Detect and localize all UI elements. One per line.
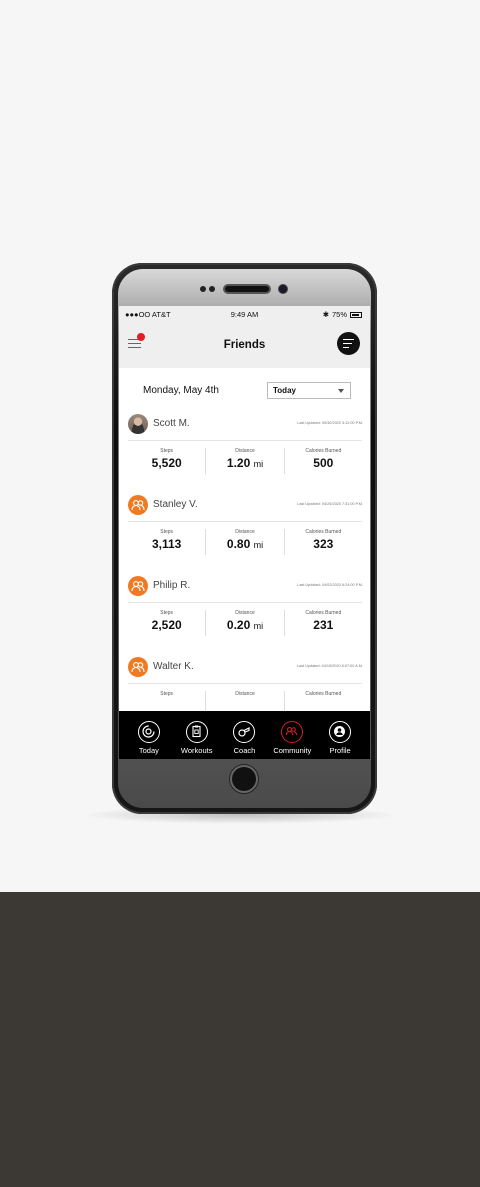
battery-percent: 75% bbox=[331, 310, 347, 319]
tab-today[interactable]: Today bbox=[126, 715, 172, 759]
distance-unit: mi bbox=[253, 540, 264, 550]
steps-stat: Steps 5,520 bbox=[128, 448, 205, 474]
calories-label: Calories Burned bbox=[305, 529, 342, 535]
distance-stat: Distance 1.20 mi bbox=[205, 448, 283, 474]
distance-unit: mi bbox=[253, 459, 264, 469]
group-avatar-icon bbox=[128, 495, 148, 515]
calories-stat: Calories Burned 231 bbox=[283, 610, 362, 636]
tab-workouts[interactable]: Workouts bbox=[174, 715, 220, 759]
chevron-down-icon bbox=[338, 389, 344, 393]
distance-stat: Distance bbox=[205, 691, 283, 711]
selected-date: Monday, May 4th bbox=[143, 385, 219, 396]
distance-value: 0.20 bbox=[226, 618, 251, 632]
distance-label: Distance bbox=[235, 610, 255, 616]
calories-value: 500 bbox=[313, 456, 334, 470]
distance-label: Distance bbox=[235, 529, 255, 535]
friend-card[interactable]: Philip R. Last Updated: 04/02/2020 6:24:… bbox=[119, 576, 370, 657]
friend-name: Walter K. bbox=[153, 661, 194, 672]
group-avatar-icon bbox=[128, 576, 148, 596]
last-updated: Last Updated: 05/30/2020 3:12:00 P.M. bbox=[297, 421, 363, 425]
steps-value: 2,520 bbox=[151, 618, 182, 632]
group-avatar-icon bbox=[128, 657, 148, 677]
tab-coach[interactable]: Coach bbox=[221, 715, 267, 759]
tab-label: Community bbox=[273, 746, 312, 755]
calories-value: 323 bbox=[313, 537, 334, 551]
calories-label: Calories Burned bbox=[305, 610, 342, 616]
steps-stat: Steps 3,113 bbox=[128, 529, 205, 555]
distance-unit: mi bbox=[253, 621, 264, 631]
calories-stat: Calories Burned 323 bbox=[283, 529, 362, 555]
tab-community[interactable]: Community bbox=[269, 715, 315, 759]
steps-stat: Steps bbox=[128, 691, 205, 711]
earpiece-speaker bbox=[223, 284, 271, 294]
stats-row: Steps 5,520 Distance 1.20 mi Calories Bu… bbox=[128, 448, 362, 474]
stats-row: Steps Distance Calories Burned bbox=[128, 691, 362, 711]
distance-label: Distance bbox=[235, 448, 255, 454]
steps-label: Steps bbox=[160, 529, 174, 535]
phone-frame: ●●●OO AT&T 9:49 AM ✱ 75% Friends Monday,… bbox=[112, 263, 377, 814]
filter-button[interactable] bbox=[337, 332, 360, 355]
status-bar: ●●●OO AT&T 9:49 AM ✱ 75% bbox=[119, 306, 370, 322]
friends-list: Monday, May 4th Today Scott M. Last Upda… bbox=[119, 368, 370, 711]
app-screen: ●●●OO AT&T 9:49 AM ✱ 75% Friends Monday,… bbox=[119, 306, 370, 759]
calories-label: Calories Burned bbox=[305, 691, 342, 697]
calories-stat: Calories Burned bbox=[283, 691, 362, 711]
whistle-icon bbox=[233, 721, 256, 743]
steps-stat: Steps 2,520 bbox=[128, 610, 205, 636]
user-icon bbox=[329, 721, 352, 743]
distance-value: 1.20 bbox=[226, 456, 251, 470]
avatar bbox=[128, 414, 148, 434]
calories-label: Calories Burned bbox=[305, 448, 342, 454]
status-right: ✱ 75% bbox=[323, 310, 362, 319]
divider bbox=[128, 602, 362, 603]
proximity-sensor bbox=[200, 286, 206, 292]
friend-name: Scott M. bbox=[153, 418, 190, 429]
friend-name: Stanley V. bbox=[153, 499, 198, 510]
home-button[interactable] bbox=[230, 765, 258, 793]
steps-label: Steps bbox=[160, 448, 174, 454]
divider bbox=[128, 521, 362, 522]
tab-bar: Today Workouts Coach Community Profile bbox=[119, 711, 370, 759]
stats-row: Steps 3,113 Distance 0.80 mi Calories Bu… bbox=[128, 529, 362, 555]
stats-row: Steps 2,520 Distance 0.20 mi Calories Bu… bbox=[128, 610, 362, 636]
friend-name: Philip R. bbox=[153, 580, 191, 591]
people-icon bbox=[281, 721, 304, 743]
period-dropdown[interactable]: Today bbox=[267, 382, 351, 399]
friend-card[interactable]: Scott M. Last Updated: 05/30/2020 3:12:0… bbox=[119, 414, 370, 495]
app-header: Friends bbox=[119, 322, 370, 368]
steps-value: 5,520 bbox=[151, 456, 182, 470]
bluetooth-icon: ✱ bbox=[322, 310, 329, 319]
divider bbox=[128, 440, 362, 441]
divider bbox=[128, 683, 362, 684]
footer-band bbox=[0, 892, 480, 1187]
friend-card[interactable]: Walter K. Last Updated: 04/15/2020 8:07:… bbox=[119, 657, 370, 711]
front-camera bbox=[278, 284, 288, 294]
last-updated: Last Updated: 04/25/2020 7:31:00 P.M. bbox=[297, 502, 363, 506]
tab-label: Coach bbox=[233, 746, 256, 755]
light-sensor bbox=[209, 286, 215, 292]
distance-label: Distance bbox=[235, 691, 255, 697]
period-value: Today bbox=[273, 386, 296, 395]
battery-icon bbox=[350, 311, 362, 318]
page-title: Friends bbox=[223, 339, 266, 351]
distance-stat: Distance 0.20 mi bbox=[205, 610, 283, 636]
steps-value: 3,113 bbox=[151, 537, 182, 551]
distance-stat: Distance 0.80 mi bbox=[205, 529, 283, 555]
steps-label: Steps bbox=[160, 610, 174, 616]
tab-profile[interactable]: Profile bbox=[317, 715, 363, 759]
clipboard-icon bbox=[185, 721, 208, 743]
friend-card[interactable]: Stanley V. Last Updated: 04/25/2020 7:31… bbox=[119, 495, 370, 576]
tab-label: Workouts bbox=[180, 746, 213, 755]
last-updated: Last Updated: 04/02/2020 6:24:00 P.M. bbox=[297, 583, 363, 587]
distance-value: 0.80 bbox=[226, 537, 251, 551]
calories-value: 231 bbox=[313, 618, 334, 632]
steps-label: Steps bbox=[160, 691, 174, 697]
last-updated: Last Updated: 04/15/2020 8:07:00 A.M. bbox=[296, 664, 363, 668]
tab-label: Profile bbox=[329, 746, 351, 755]
calories-stat: Calories Burned 500 bbox=[283, 448, 362, 474]
tab-label: Today bbox=[138, 746, 159, 755]
rings-icon bbox=[137, 721, 160, 743]
